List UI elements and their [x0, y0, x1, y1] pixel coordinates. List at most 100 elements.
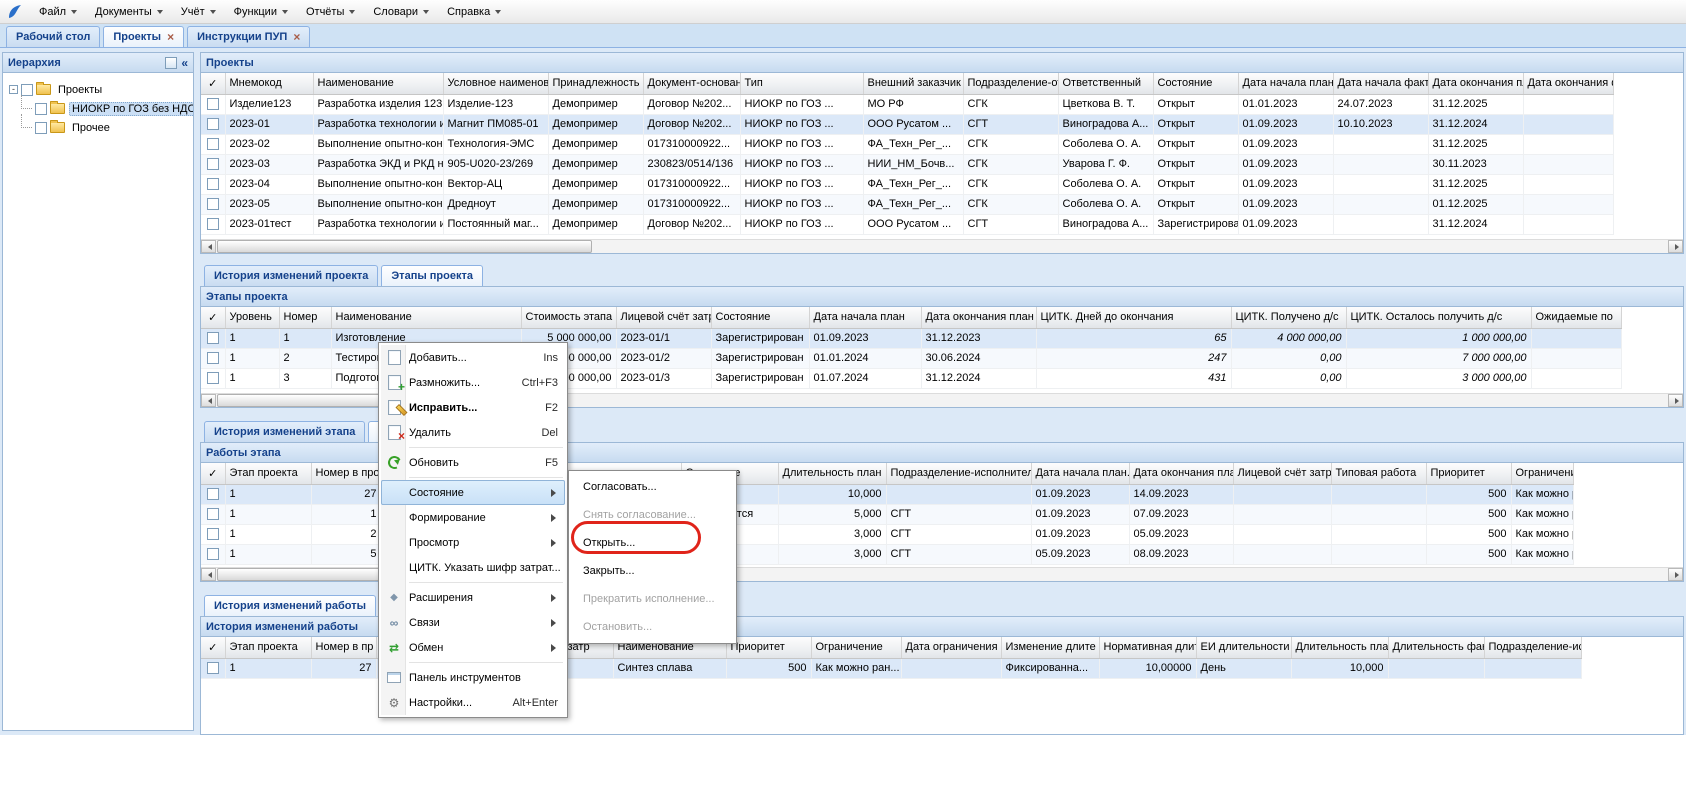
- scroll-right-button[interactable]: [1668, 394, 1683, 407]
- projects-horizontal-scrollbar[interactable]: [201, 239, 1683, 253]
- column-header[interactable]: Лицевой счёт затр: [1233, 463, 1331, 484]
- menu-item-edit[interactable]: Исправить...F2: [381, 395, 565, 420]
- column-header[interactable]: Номер в пр: [311, 637, 376, 658]
- column-header[interactable]: Приоритет: [1426, 463, 1511, 484]
- row-checkbox[interactable]: [207, 198, 219, 210]
- column-header[interactable]: Ограничение: [1511, 463, 1573, 484]
- tab-projects[interactable]: Проекты×: [103, 26, 184, 47]
- menu-item-settings[interactable]: Настройки...Alt+Enter: [381, 690, 565, 715]
- column-header[interactable]: Наименование: [331, 307, 521, 328]
- menubar-item-dictionaries[interactable]: Словари: [364, 2, 438, 22]
- column-header[interactable]: Принадлежность: [548, 73, 643, 94]
- menu-item-delete[interactable]: УдалитьDel: [381, 420, 565, 445]
- row-checkbox[interactable]: [207, 218, 219, 230]
- menu-item-refresh[interactable]: ОбновитьF5: [381, 450, 565, 475]
- column-header[interactable]: Тип: [740, 73, 863, 94]
- column-header[interactable]: Длительность фак: [1388, 637, 1484, 658]
- column-header[interactable]: Дата начала план: [809, 307, 921, 328]
- select-all-header[interactable]: ✓: [201, 307, 225, 328]
- column-header[interactable]: Подразделение-от: [963, 73, 1058, 94]
- tab-project-change-history[interactable]: История изменений проекта: [204, 265, 378, 286]
- column-header[interactable]: Ответственный: [1058, 73, 1153, 94]
- select-all-header[interactable]: ✓: [201, 463, 225, 484]
- tab-close-icon[interactable]: ×: [293, 32, 300, 42]
- hierarchy-locate-icon[interactable]: [165, 57, 177, 69]
- menubar-item-accounting[interactable]: Учёт: [172, 2, 225, 22]
- menu-item-formation[interactable]: Формирование: [381, 505, 565, 530]
- select-all-header[interactable]: ✓: [201, 73, 225, 94]
- tree-checkbox[interactable]: [35, 103, 47, 115]
- menu-item-approve[interactable]: Согласовать...: [571, 473, 734, 501]
- table-row[interactable]: 2023-04Выполнение опытно-конс...Вектор-А…: [201, 174, 1613, 194]
- table-row[interactable]: 2023-03Разработка ЭКД и РКД н...905-U020…: [201, 154, 1613, 174]
- table-row[interactable]: 2023-01тестРазработка технологии и...Пос…: [201, 214, 1613, 234]
- column-header[interactable]: Состояние: [1153, 73, 1238, 94]
- scrollbar-thumb[interactable]: [217, 240, 592, 253]
- menu-item-extensions[interactable]: Расширения: [381, 585, 565, 610]
- table-row[interactable]: 2023-02Выполнение опытно-конс...Технолог…: [201, 134, 1613, 154]
- menu-item-citk-cost-code[interactable]: ЦИТК. Указать шифр затрат...: [381, 555, 565, 580]
- table-row[interactable]: 2023-05Выполнение опытно-конс...Дредноут…: [201, 194, 1613, 214]
- row-checkbox[interactable]: [207, 528, 219, 540]
- row-checkbox[interactable]: [207, 548, 219, 560]
- column-header[interactable]: Длительность план▼: [778, 463, 886, 484]
- menu-item-add[interactable]: Добавить...Ins: [381, 345, 565, 370]
- column-header[interactable]: Условное наименован: [443, 73, 548, 94]
- column-header[interactable]: Дата окончания фа: [1523, 73, 1613, 94]
- row-checkbox[interactable]: [207, 158, 219, 170]
- column-header[interactable]: ЦИТК. Дней до окончания: [1036, 307, 1231, 328]
- tab-stage-change-history[interactable]: История изменений этапа: [204, 421, 365, 442]
- table-row[interactable]: Изделие123Разработка изделия 123Изделие-…: [201, 94, 1613, 114]
- column-header[interactable]: Этап проекта: [225, 463, 311, 484]
- row-checkbox[interactable]: [207, 352, 219, 364]
- row-checkbox[interactable]: [207, 138, 219, 150]
- column-header[interactable]: ЕИ длительности: [1196, 637, 1291, 658]
- row-checkbox[interactable]: [207, 178, 219, 190]
- table-row[interactable]: 2023-01Разработка технологии и...Магнит …: [201, 114, 1613, 134]
- tab-project-stages[interactable]: Этапы проекта: [381, 265, 483, 286]
- tree-node-niokr-goz[interactable]: НИОКР по ГОЗ без НДС: [7, 99, 189, 118]
- tree-node-other[interactable]: Прочее: [7, 118, 189, 137]
- tab-close-icon[interactable]: ×: [167, 32, 174, 42]
- column-header[interactable]: Внешний заказчик: [863, 73, 963, 94]
- column-header[interactable]: Номер: [279, 307, 331, 328]
- scroll-left-button[interactable]: [201, 240, 216, 253]
- tab-work-change-history[interactable]: История изменений работы: [204, 595, 376, 616]
- column-header[interactable]: Уровень: [225, 307, 279, 328]
- menu-item-toolbar-panel[interactable]: Панель инструментов: [381, 665, 565, 690]
- column-header[interactable]: Длительность пла: [1291, 637, 1388, 658]
- collapse-panel-icon[interactable]: «: [181, 58, 188, 68]
- column-header[interactable]: Подразделение-ис: [1484, 637, 1581, 658]
- column-header[interactable]: Лицевой счёт затрат: [616, 307, 711, 328]
- scroll-left-button[interactable]: [201, 394, 216, 407]
- select-all-header[interactable]: ✓: [201, 637, 225, 658]
- menubar-item-help[interactable]: Справка: [438, 2, 510, 22]
- column-header[interactable]: Дата окончания пла: [1428, 73, 1523, 94]
- column-header[interactable]: Нормативная длит: [1099, 637, 1196, 658]
- column-header[interactable]: Изменение длите: [1001, 637, 1099, 658]
- row-checkbox[interactable]: [207, 372, 219, 384]
- column-header[interactable]: Дата окончания план: [921, 307, 1036, 328]
- column-header[interactable]: Дата начала факт.: [1333, 73, 1428, 94]
- column-header[interactable]: Наименование: [313, 73, 443, 94]
- menu-item-open[interactable]: Открыть...: [571, 529, 734, 557]
- column-header[interactable]: ЦИТК. Получено д/с: [1231, 307, 1346, 328]
- menu-item-links[interactable]: Связи: [381, 610, 565, 635]
- menubar-item-file[interactable]: Файл: [30, 2, 86, 22]
- column-header[interactable]: ЦИТК. Осталось получить д/с: [1346, 307, 1531, 328]
- menu-item-close[interactable]: Закрыть...: [571, 557, 734, 585]
- column-header[interactable]: Номер в проце: [311, 463, 381, 484]
- column-header[interactable]: Мнемокод: [225, 73, 313, 94]
- scroll-left-button[interactable]: [201, 568, 216, 581]
- tree-expander-icon[interactable]: -: [9, 85, 18, 94]
- menu-item-state[interactable]: Состояние: [381, 480, 565, 505]
- tab-desktop[interactable]: Рабочий стол: [6, 26, 100, 47]
- menu-item-exchange[interactable]: Обмен: [381, 635, 565, 660]
- column-header[interactable]: Подразделение-исполнитель: [886, 463, 1031, 484]
- tab-pup-instructions[interactable]: Инструкции ПУП×: [187, 26, 310, 47]
- column-header[interactable]: Ожидаемые по: [1531, 307, 1621, 328]
- column-header[interactable]: Этап проекта: [225, 637, 311, 658]
- row-checkbox[interactable]: [207, 662, 219, 674]
- column-header[interactable]: Стоимость этапа: [521, 307, 616, 328]
- tree-node-projects-root[interactable]: -Проекты: [7, 80, 189, 99]
